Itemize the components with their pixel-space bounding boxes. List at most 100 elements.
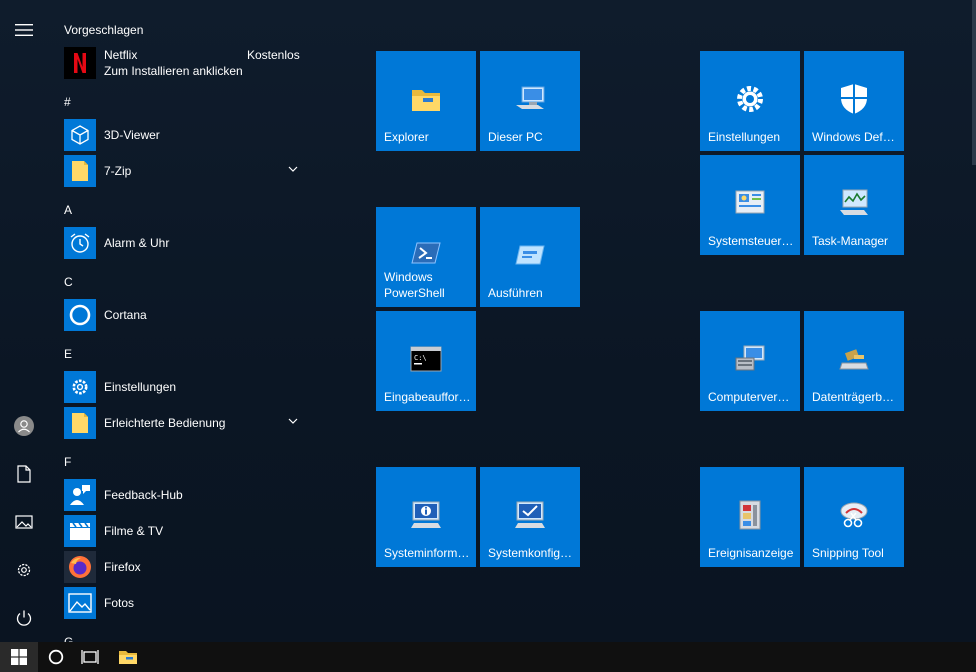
app-label: Cortana [104,308,147,322]
suggested-price: Kostenlos [247,48,300,62]
folder-icon [410,83,442,115]
shield-icon [838,83,870,115]
control-panel-icon [734,187,766,219]
document-icon[interactable] [0,450,48,498]
tile-label: Ausführen [488,286,543,300]
app-label: Alarm & Uhr [104,236,170,250]
windows-logo-icon[interactable] [0,642,38,672]
chevron-down-icon[interactable] [288,416,298,426]
tiles-scrollbar[interactable] [972,0,976,165]
tile-label: Ereignisanzeige [708,546,794,560]
app-label: Filme & TV [104,524,164,538]
computer-icon [514,83,546,115]
tile-label: Eingabeauffor… [384,390,470,404]
app-item-3d-viewer[interactable]: 3D-Viewer [64,117,314,153]
powershell-icon [410,237,442,269]
app-label: Fotos [104,596,135,610]
photo-icon [64,587,96,619]
tile-windows-defender[interactable]: Windows Def… [804,51,904,151]
gear-icon [64,371,96,403]
clapperboard-icon [64,515,96,547]
app-label: Feedback-Hub [104,488,183,502]
app-label: Einstellungen [104,380,177,394]
folder-icon [64,155,96,187]
app-label: Firefox [104,560,141,574]
tile-label: Windows PowerShell [384,270,445,300]
gear-icon[interactable] [0,546,48,594]
tile-label: Systemkonfig… [488,546,573,560]
power-icon[interactable] [0,594,48,642]
tile-explorer[interactable]: Explorer [376,51,476,151]
disk-cleanup-icon [838,343,870,375]
alarm-clock-icon [64,227,96,259]
tile-datentraegerbereinigung[interactable]: Datenträgerb… [804,311,904,411]
cube-icon [64,119,96,151]
tile-label: Systeminform… [384,546,470,560]
tile-systeminformationen[interactable]: Systeminform… [376,467,476,567]
folder-icon [64,407,96,439]
tile-einstellungen[interactable]: Einstellungen [700,51,800,151]
event-viewer-icon [734,499,766,531]
system-info-icon [410,499,442,531]
app-item-filme-tv[interactable]: Filme & TV [64,513,314,549]
task-view-icon[interactable] [72,642,108,672]
suggested-app-name: Netflix [104,48,138,62]
tile-label: Einstellungen [708,130,781,144]
letter-header[interactable]: # [64,95,71,109]
suggested-subtitle: Zum Installieren anklicken [104,64,243,78]
app-item-feedback-hub[interactable]: Feedback-Hub [64,477,314,513]
app-item-einstellungen[interactable]: Einstellungen [64,369,314,405]
task-manager-icon [838,187,870,219]
tile-systemkonfiguration[interactable]: Systemkonfig… [480,467,580,567]
netflix-icon [64,47,96,79]
tile-snipping-tool[interactable]: Snipping Tool [804,467,904,567]
tile-ausfuehren[interactable]: Ausführen [480,207,580,307]
suggested-title: Vorgeschlagen [64,23,144,37]
app-list: Vorgeschlagen Netflix Zum Installieren a… [48,0,318,642]
tile-ereignisanzeige[interactable]: Ereignisanzeige [700,467,800,567]
letter-header[interactable]: F [64,455,71,469]
tile-label: Snipping Tool [812,546,884,560]
tile-label: Datenträgerb… [812,390,895,404]
start-menu: Vorgeschlagen Netflix Zum Installieren a… [0,0,976,642]
letter-header[interactable]: E [64,347,72,361]
tile-dieser-pc[interactable]: Dieser PC [480,51,580,151]
command-prompt-icon: C:\ [410,343,442,375]
tile-powershell[interactable]: Windows PowerShell [376,207,476,307]
feedback-person-icon [64,479,96,511]
app-item-fotos[interactable]: Fotos [64,585,314,621]
letter-header[interactable]: G [64,635,73,642]
system-config-icon [514,499,546,531]
app-item-erleichterte-bedienung[interactable]: Erleichterte Bedienung [64,405,314,441]
tile-systemsteuerung[interactable]: Systemsteuer… [700,155,800,255]
suggested-netflix[interactable]: Netflix Zum Installieren anklicken Koste… [64,44,314,82]
tile-eingabeaufforderung[interactable]: C:\ Eingabeauffor… [376,311,476,411]
tile-label: Explorer [384,130,429,144]
app-label: 7-Zip [104,164,132,178]
app-item-7zip[interactable]: 7-Zip [64,153,314,189]
tile-label: Systemsteuer… [708,234,794,248]
taskbar [0,642,976,672]
tile-task-manager[interactable]: Task-Manager [804,155,904,255]
app-label: Erleichterte Bedienung [104,416,226,430]
cortana-icon[interactable] [38,642,74,672]
letter-header[interactable]: A [64,203,72,217]
app-item-cortana[interactable]: Cortana [64,297,314,333]
app-label: 3D-Viewer [104,128,160,142]
start-rail [0,0,48,642]
file-explorer-icon[interactable] [110,642,146,672]
app-item-firefox[interactable]: Firefox [64,549,314,585]
hamburger-icon[interactable] [0,6,48,54]
pictures-icon[interactable] [0,498,48,546]
user-icon[interactable] [0,402,48,450]
tile-label: Task-Manager [812,234,889,248]
run-icon [514,239,546,271]
letter-header[interactable]: C [64,275,73,289]
cortana-ring-icon [64,299,96,331]
computer-management-icon [734,343,766,375]
gear-icon [734,83,766,115]
chevron-down-icon[interactable] [288,164,298,174]
app-item-alarm[interactable]: Alarm & Uhr [64,225,314,261]
tile-computerverwaltung[interactable]: Computerver… [700,311,800,411]
tile-label: Computerver… [708,390,790,404]
